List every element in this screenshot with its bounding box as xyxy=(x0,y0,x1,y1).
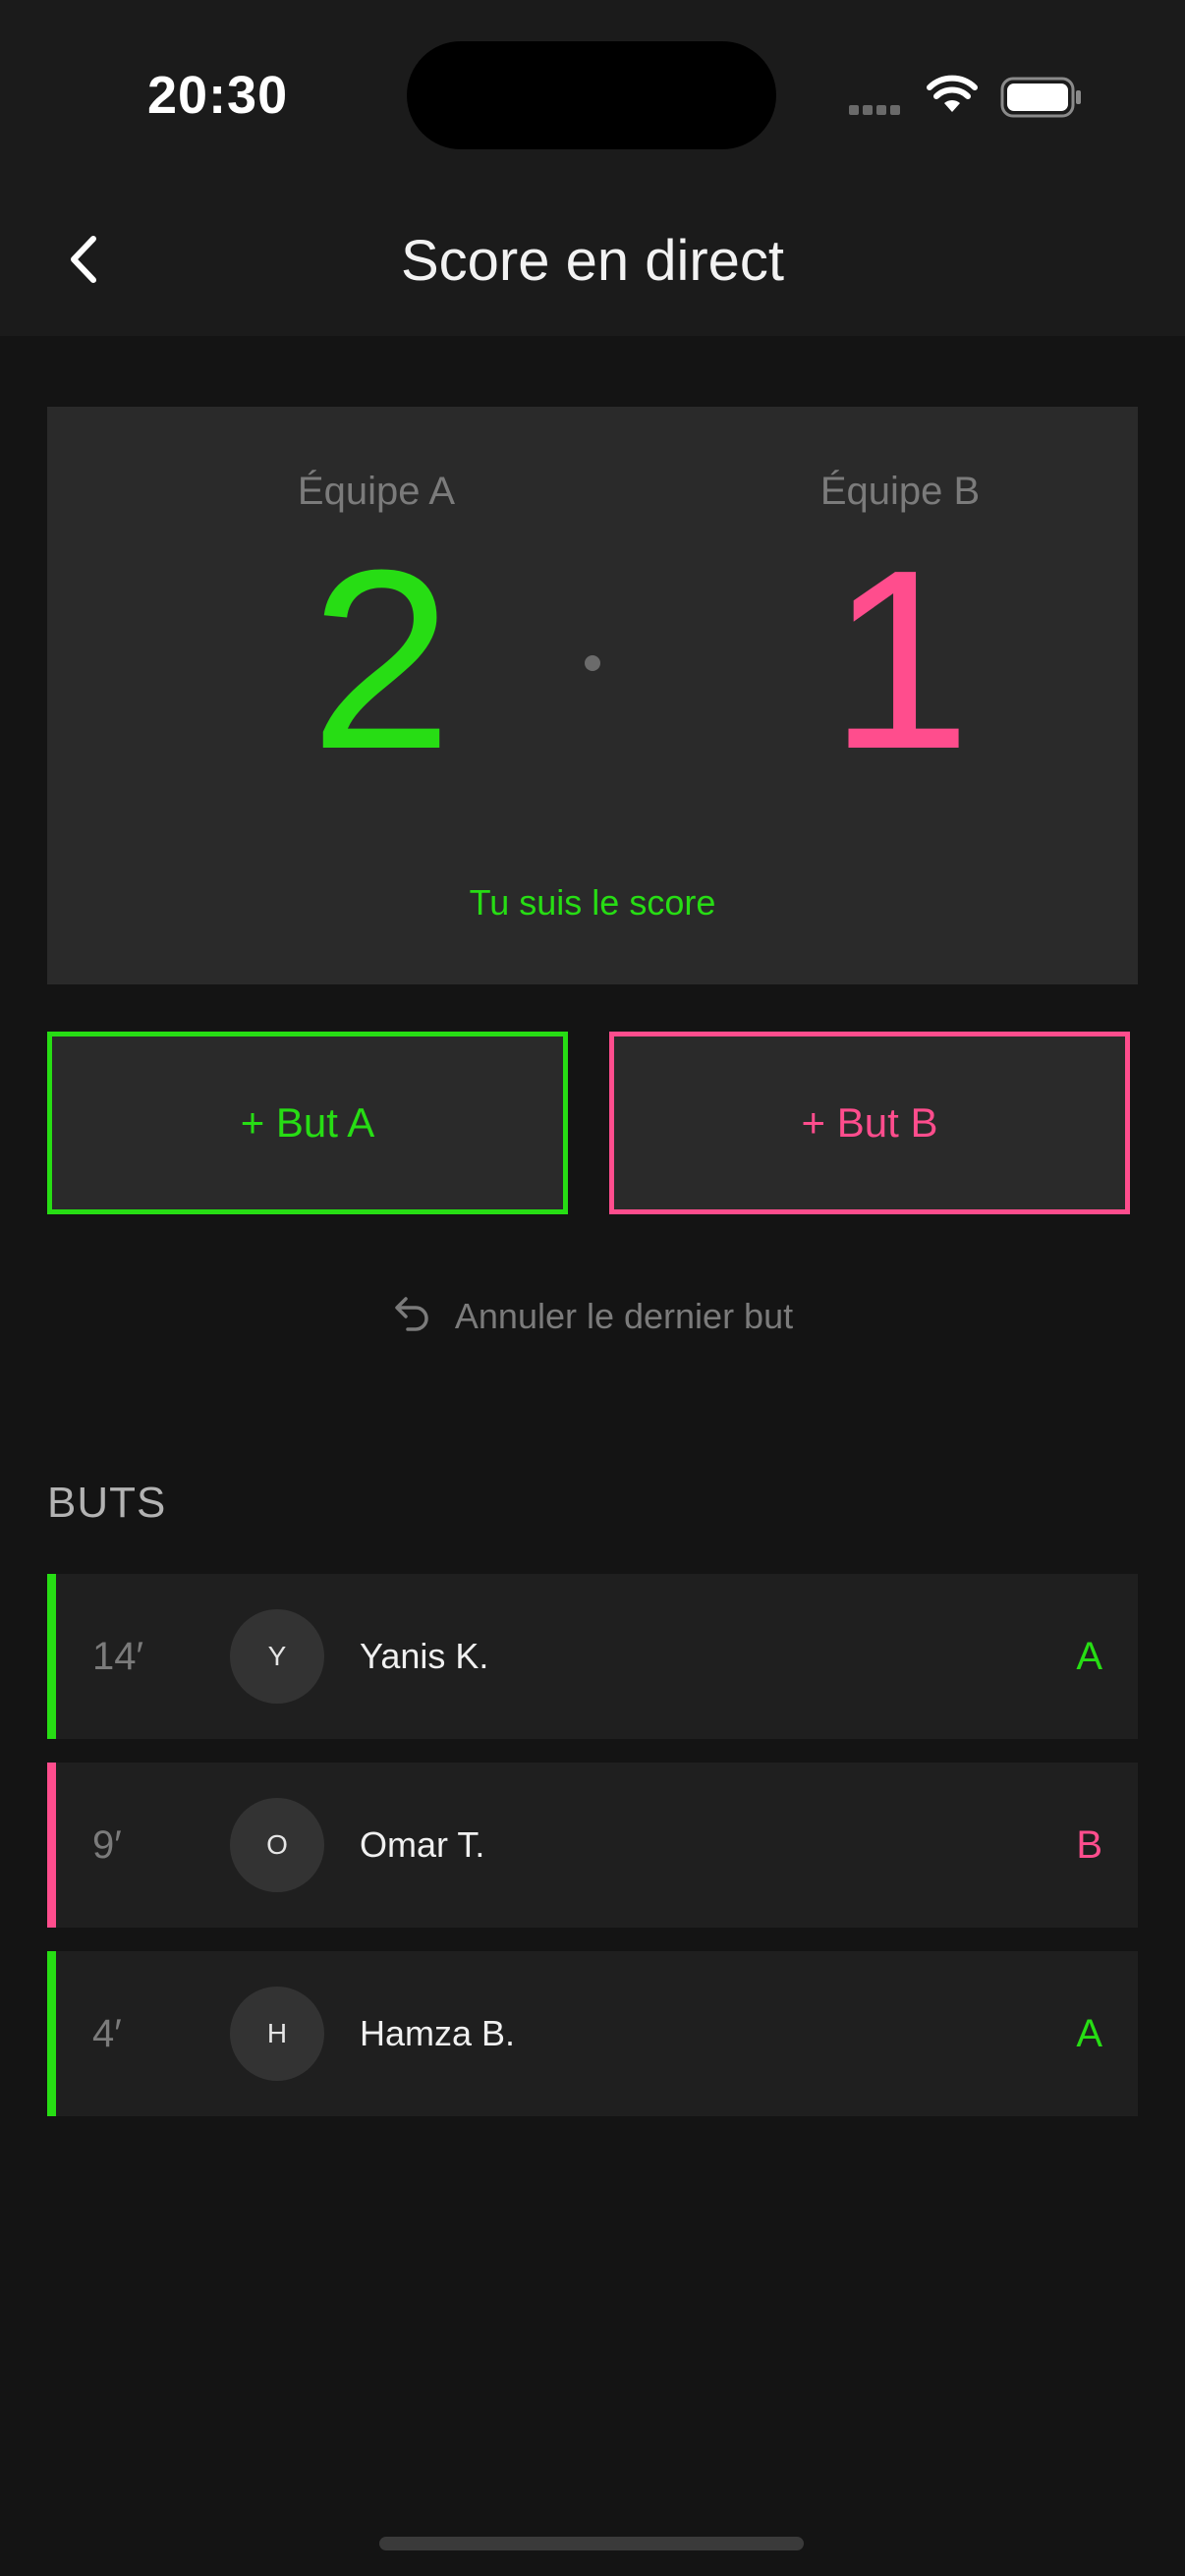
tracker-status-label: Tu suis le score xyxy=(469,882,716,923)
status-time: 20:30 xyxy=(147,66,289,125)
avatar: O xyxy=(230,1798,324,1892)
player-name: Yanis K. xyxy=(360,1636,489,1676)
goal-team-label: A xyxy=(1076,2012,1102,2055)
goal-list-item: 4′ H Hamza B. A xyxy=(47,1951,1138,2116)
player-name: Omar T. xyxy=(360,1824,485,1865)
team-b-score: 1 xyxy=(828,518,972,803)
goal-minute: 14′ xyxy=(92,1635,143,1678)
goal-minute: 4′ xyxy=(92,2012,122,2055)
goal-list-item: 9′ O Omar T. B xyxy=(47,1763,1138,1928)
undo-icon xyxy=(392,1293,431,1341)
goal-list-item: 14′ Y Yanis K. A xyxy=(47,1574,1138,1739)
battery-icon xyxy=(1000,77,1083,123)
player-name: Hamza B. xyxy=(360,2013,516,2053)
goal-team-label: B xyxy=(1076,1823,1102,1867)
score-card: Équipe A Équipe B 2 1 Tu suis le score xyxy=(47,407,1138,984)
add-goal-b-button[interactable]: + But B xyxy=(609,1032,1130,1214)
undo-last-goal-button[interactable]: Annuler le dernier but xyxy=(0,1287,1185,1346)
team-a-score: 2 xyxy=(310,518,453,803)
goal-minute: 9′ xyxy=(92,1823,122,1867)
nav-bar: Score en direct xyxy=(0,187,1185,336)
avatar: Y xyxy=(230,1609,324,1704)
team-color-bar xyxy=(47,1951,56,2116)
add-goal-a-button[interactable]: + But A xyxy=(47,1032,568,1214)
team-a-name: Équipe A xyxy=(297,470,456,513)
status-bar: 20:30 xyxy=(0,0,1185,187)
score-separator-dot xyxy=(585,655,600,671)
undo-label: Annuler le dernier but xyxy=(454,1296,794,1336)
team-color-bar xyxy=(47,1574,56,1739)
home-indicator[interactable] xyxy=(379,2537,804,2550)
wifi-icon xyxy=(926,75,979,119)
team-color-bar xyxy=(47,1763,56,1928)
goals-section-title: BUTS xyxy=(47,1479,167,1527)
cellular-signal-icon xyxy=(849,102,904,120)
team-b-name: Équipe B xyxy=(819,470,981,513)
dynamic-island xyxy=(407,41,776,149)
avatar: H xyxy=(230,1987,324,2081)
goal-team-label: A xyxy=(1076,1635,1102,1678)
page-title: Score en direct xyxy=(400,229,785,293)
